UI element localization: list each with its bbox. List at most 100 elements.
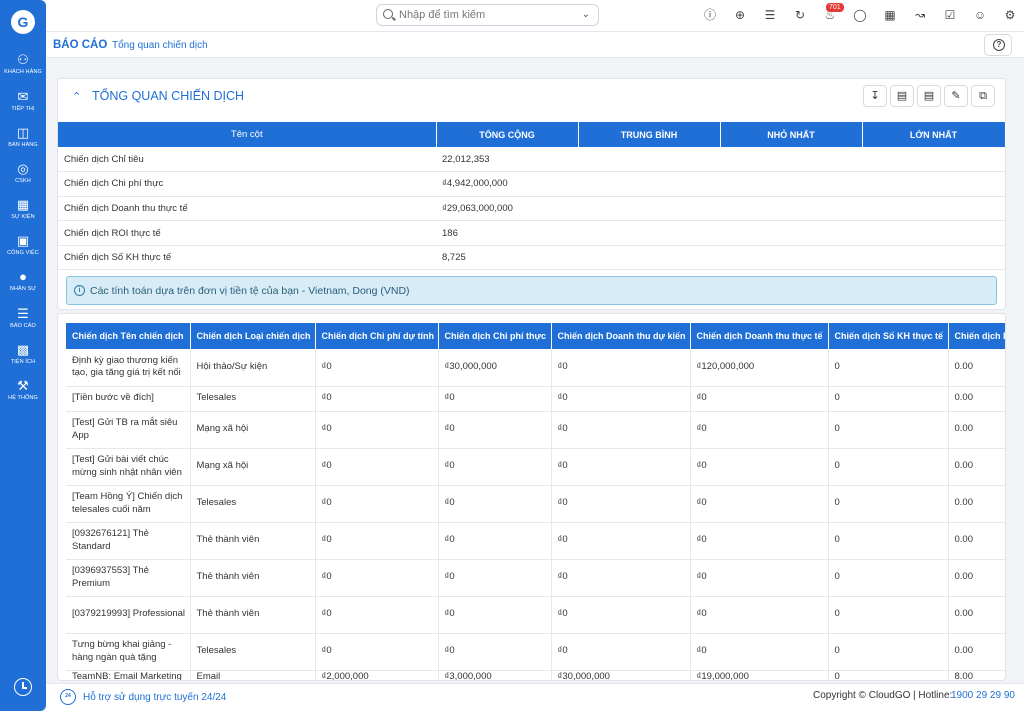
table-cell: ₫0 — [551, 485, 691, 523]
table-cell: ₫0 — [551, 633, 691, 671]
column-header[interactable]: Chiến dịch Số KH thực tế — [828, 323, 949, 349]
table-cell: ₫0 — [690, 633, 829, 671]
file-icon[interactable]: ▤ — [890, 85, 914, 107]
table-cell: 0.00 — [948, 522, 1005, 560]
chat-icon[interactable]: ◯ — [853, 8, 867, 22]
table-cell: Hội thảo/Sự kiện — [190, 349, 316, 387]
list-icon[interactable]: ☰ — [763, 8, 777, 22]
table-cell: ₫0 — [690, 559, 829, 597]
detail-panel: Chiến dịch Tên chiến dịch Chiến dịch Loại… — [57, 313, 1006, 681]
sidebar-item-marketing[interactable]: ✉ Tiếp thị — [0, 89, 46, 123]
column-header[interactable]: Chiến dịch Loại chiến dịch — [190, 323, 316, 349]
column-header[interactable]: Chiến dịch Tên chiến dịch — [66, 323, 191, 349]
table-row[interactable]: [0379219993] Professional Thẻ thành viên ₫… — [66, 596, 1005, 634]
table-cell: ₫2,000,000 — [315, 670, 439, 680]
table-cell: Chiến dịch Doanh thu thực tế — [58, 196, 436, 222]
support-link[interactable]: Hỗ trợ sử dụng trực tuyến 24/24 — [83, 692, 226, 703]
table-cell: 0 — [828, 633, 949, 671]
table-row[interactable]: TeamNB: Email Marketing Email ₫2,000,000 ₫3… — [66, 670, 1005, 680]
table-cell: 0 — [828, 670, 949, 680]
sidebar-item-label: Tiện ích — [10, 359, 36, 365]
users-icon: ⚇ — [17, 52, 29, 67]
breadcrumb-root[interactable]: BÁO CÁO — [53, 39, 107, 51]
edit-icon[interactable]: ✎ — [944, 85, 968, 107]
table-cell: ₫0 — [315, 386, 439, 412]
sidebar-item-label: Nhân sự — [9, 286, 37, 292]
column-header[interactable]: Chiến dịch Chi phí dự tính — [315, 323, 439, 349]
table-cell: Chiến dịch ROI thực tế — [58, 220, 436, 246]
table-cell: 0.00 — [948, 349, 1005, 387]
table-cell — [578, 196, 720, 222]
chart-icon[interactable]: ↝ — [913, 8, 927, 22]
chevron-up-icon[interactable]: ⌃ — [72, 90, 81, 103]
sidebar-item-events[interactable]: ▦ Sự kiện — [0, 197, 46, 231]
table-cell: 0.00 — [948, 448, 1005, 486]
column-header[interactable]: Chiến dịch Doanh thu dự kiến — [551, 323, 691, 349]
breadcrumb: BÁO CÁO › Tổng quan chiến dịch ? — [46, 32, 1024, 58]
download-icon[interactable]: ↧ — [863, 85, 887, 107]
column-header[interactable]: Chiến dịch Doanh thu thực tế — [690, 323, 829, 349]
clock-icon[interactable] — [14, 678, 32, 696]
table-row: Chiến dịch Chỉ tiêu 22,012,353 — [58, 147, 1005, 173]
table-cell: [Team Hồng Ý] Chiến dịch telesales cuối … — [66, 485, 191, 523]
info-icon[interactable]: ⓘ — [703, 8, 717, 22]
sidebar-item-customers[interactable]: ⚇ Khách hàng — [0, 52, 46, 86]
column-header[interactable]: Chiến dịch Chi phí thực — [438, 323, 552, 349]
table-cell — [578, 147, 720, 173]
table-row[interactable]: [Test] Gửi TB ra mắt siêu App Mạng xã hội… — [66, 411, 1005, 449]
table-row[interactable]: [0932676121] Thẻ Standard Thẻ thành viên ₫… — [66, 522, 1005, 560]
table-cell: 8.00 — [948, 670, 1005, 680]
table-cell: ₫0 — [315, 411, 439, 449]
table-cell: 0.00 — [948, 559, 1005, 597]
sidebar-item-system[interactable]: ⚒ Hệ thống — [0, 378, 46, 412]
table-cell: Chiến dịch Chỉ tiêu — [58, 147, 436, 173]
table-cell: 22,012,353 — [436, 147, 578, 173]
table-row[interactable]: Định kỳ giao thương kiến tạo, gia tăng g… — [66, 349, 1005, 387]
copy-icon[interactable]: ⧉ — [971, 85, 995, 107]
chevron-down-icon[interactable]: ⌄ — [582, 9, 590, 20]
table-cell — [862, 171, 1005, 197]
table-row[interactable]: [Tiền bước về đích] Telesales ₫0 ₫0 ₫0 ₫0 0 0.0… — [66, 386, 1005, 412]
table-cell — [720, 220, 862, 246]
help-button[interactable]: ? — [984, 34, 1012, 56]
user-icon[interactable]: ☺ — [973, 8, 987, 22]
table-cell — [862, 220, 1005, 246]
table-row[interactable]: Tưng bừng khai giảng - hàng ngàn quà tặn… — [66, 633, 1005, 671]
export-file-icon[interactable]: ▤ — [917, 85, 941, 107]
gear-icon[interactable]: ⚙ — [1003, 8, 1017, 22]
report-icon: ☰ — [17, 306, 29, 321]
table-cell: ₫0 — [690, 522, 829, 560]
table-cell — [578, 220, 720, 246]
hotline-number[interactable]: 1900 29 29 90 — [951, 690, 1015, 701]
sidebar-item-cskh[interactable]: ◎ CSKH — [0, 161, 46, 195]
add-circle-icon[interactable]: ⊕ — [733, 8, 747, 22]
table-cell: ₫0 — [438, 448, 552, 486]
info-icon: i — [74, 285, 85, 296]
table-row: Chiến dịch Số KH thực tế 8,725 — [58, 245, 1005, 271]
calendar-icon[interactable]: ▦ — [883, 8, 897, 22]
refresh-icon[interactable]: ↻ — [793, 8, 807, 22]
sidebar-item-tasks[interactable]: ▣ Công việc — [0, 233, 46, 267]
table-cell: ₫29,063,000,000 — [436, 196, 578, 222]
sidebar-item-reports[interactable]: ☰ Báo cáo — [0, 306, 46, 340]
table-cell: ₫0 — [438, 522, 552, 560]
sidebar-item-sales[interactable]: ◫ Bán hàng — [0, 125, 46, 159]
table-cell: 8,725 — [436, 245, 578, 271]
brand-logo[interactable]: G — [11, 10, 35, 34]
table-header: Tên cột Tổng cộng Trung bình Nhỏ nhất Lớ… — [58, 122, 1006, 147]
search-input[interactable] — [399, 7, 569, 23]
table-cell: ₫0 — [438, 485, 552, 523]
table-cell: ₫3,000,000 — [438, 670, 552, 680]
table-row[interactable]: [Team Hồng Ý] Chiến dịch telesales cuối … — [66, 485, 1005, 523]
sidebar-item-utilities[interactable]: ▩ Tiện ích — [0, 342, 46, 376]
sidebar-item-hr[interactable]: ● Nhân sự — [0, 269, 46, 303]
checkbox-icon[interactable]: ☑ — [943, 8, 957, 22]
table-row[interactable]: [0396937553] Thẻ Premium Thẻ thành viên ₫0… — [66, 559, 1005, 597]
copyright-text: Copyright © CloudGO — [813, 690, 911, 701]
table-row[interactable]: [Test] Gửi bài viết chúc mừng sinh nhật … — [66, 448, 1005, 486]
notice-text: Các tính toán dựa trên đơn vị tiền tệ củ… — [90, 285, 410, 297]
table-cell — [578, 171, 720, 197]
table-cell: Thẻ thành viên — [190, 559, 316, 597]
table-cell: Telesales — [190, 633, 316, 671]
column-header[interactable]: Chiến dịch ROI thực tế — [948, 323, 1005, 349]
